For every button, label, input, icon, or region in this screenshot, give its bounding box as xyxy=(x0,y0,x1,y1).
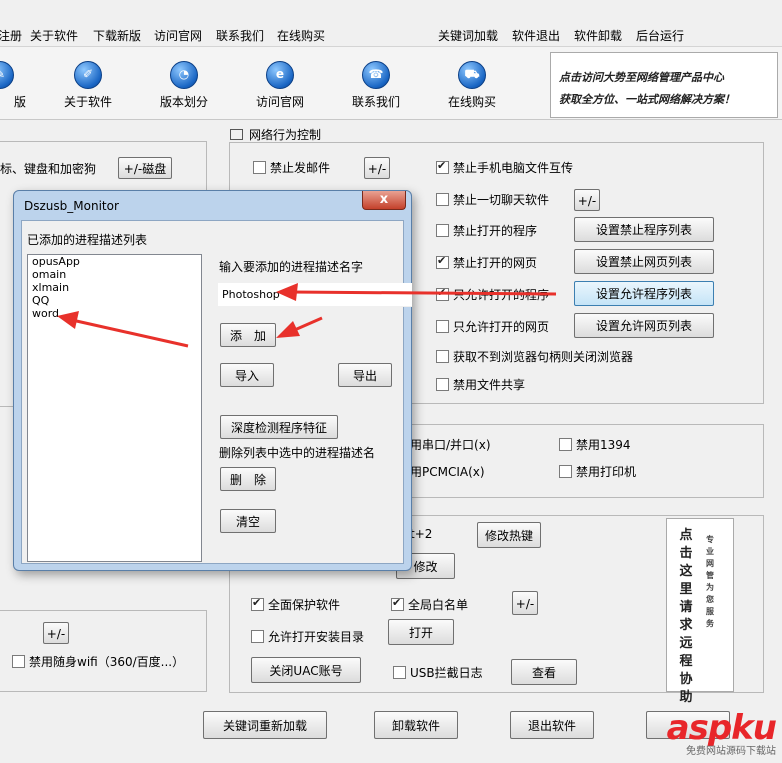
uninstall-button[interactable]: 卸载软件 xyxy=(374,711,458,739)
network-icon xyxy=(230,129,243,140)
phone-icon: ☎ xyxy=(362,61,390,89)
toolbar-buy-button[interactable]: ⛟ 在线购买 xyxy=(432,47,512,110)
disable-printer-checkbox[interactable]: 禁用打印机 xyxy=(559,463,636,480)
menu-item-about[interactable]: 关于软件 xyxy=(30,27,78,44)
input-label: 输入要添加的进程描述名字 xyxy=(219,260,364,274)
menu-item-register[interactable]: 注册 xyxy=(0,27,22,44)
block-programs-checkbox[interactable]: 禁止打开的程序 xyxy=(436,222,537,239)
whitelist-plus-minus-button[interactable]: +/- xyxy=(512,591,538,615)
usb-log-checkbox[interactable]: USB拦截日志 xyxy=(393,664,483,681)
menu-item-contact[interactable]: 联系我们 xyxy=(216,27,264,44)
global-whitelist-checkbox[interactable]: 全局白名单 xyxy=(391,596,468,613)
pcmcia-label[interactable]: 用PCMCIA(x) xyxy=(410,463,485,480)
close-icon[interactable]: x xyxy=(362,191,406,210)
list-item[interactable]: QQ xyxy=(28,294,201,307)
remote-assist-sub: 专业网管为您服务 xyxy=(706,534,714,628)
block-file-transfer-checkbox[interactable]: 禁止手机电脑文件互传 xyxy=(436,159,573,176)
remote-assist-text: 点击这里请求远程协助 xyxy=(679,528,693,705)
allow-install-dir-checkbox[interactable]: 允许打开安装目录 xyxy=(251,628,364,645)
edit-icon: ✐ xyxy=(74,61,102,89)
menu-item-exit[interactable]: 软件退出 xyxy=(512,27,560,44)
toolbar-register-button[interactable]: ✎ 版 xyxy=(0,47,40,110)
monitor-dialog: Dszusb_Monitor x 已添加的进程描述列表 opusApp omai… xyxy=(13,190,412,571)
export-button[interactable]: 导出 xyxy=(338,363,392,387)
allow-programs-checkbox[interactable]: 只允许打开的程序 xyxy=(436,286,549,303)
toolbar-website-button[interactable]: e 访问官网 xyxy=(240,47,320,110)
import-button[interactable]: 导入 xyxy=(220,363,274,387)
list-item[interactable]: opusApp xyxy=(28,255,201,268)
process-list[interactable]: opusApp omain xlmain QQ word xyxy=(27,254,202,562)
view-log-button[interactable]: 查看 xyxy=(511,659,577,685)
dialog-client-area: 已添加的进程描述列表 opusApp omain xlmain QQ word … xyxy=(21,220,412,564)
left-panel-text: 标、键盘和加密狗 xyxy=(0,162,97,176)
email-plus-minus-button[interactable]: +/- xyxy=(364,157,390,179)
process-name-input[interactable]: Photoshop xyxy=(218,283,412,307)
menu-item-keyword-load[interactable]: 关键词加载 xyxy=(438,27,498,44)
menu-item-download[interactable]: 下载新版 xyxy=(93,27,141,44)
toolbar-version-button[interactable]: ◔ 版本划分 xyxy=(144,47,224,110)
modify-hotkey-button[interactable]: 修改热键 xyxy=(477,522,541,548)
set-block-programs-button[interactable]: 设置禁止程序列表 xyxy=(574,217,714,242)
block-webpages-checkbox[interactable]: 禁止打开的网页 xyxy=(436,254,537,271)
close-uac-button[interactable]: 关闭UAC账号 xyxy=(251,657,361,683)
set-allow-programs-button[interactable]: 设置允许程序列表 xyxy=(574,281,714,306)
process-list-label: 已添加的进程描述列表 xyxy=(27,233,148,247)
close-browser-checkbox[interactable]: 获取不到浏览器句柄则关闭浏览器 xyxy=(436,348,633,365)
browser-icon: e xyxy=(266,61,294,89)
set-allow-webpages-button[interactable]: 设置允许网页列表 xyxy=(574,313,714,338)
site-watermark: aspku 免费网站源码下载站 xyxy=(667,708,777,757)
disable-share-checkbox[interactable]: 禁用文件共享 xyxy=(436,376,525,393)
menu-bar: 注册 关于软件 下载新版 访问官网 联系我们 在线购买 关键词加载 软件退出 软… xyxy=(0,24,782,47)
hotkey-text: t+2 xyxy=(410,527,433,541)
reload-keywords-button[interactable]: 关键词重新加载 xyxy=(203,711,327,739)
open-dir-button[interactable]: 打开 xyxy=(388,619,454,645)
menu-item-buy[interactable]: 在线购买 xyxy=(277,27,325,44)
delete-button[interactable]: 删 除 xyxy=(220,467,276,491)
set-block-webpages-button[interactable]: 设置禁止网页列表 xyxy=(574,249,714,274)
menu-item-website[interactable]: 访问官网 xyxy=(154,27,202,44)
menu-item-uninstall[interactable]: 软件卸载 xyxy=(574,27,622,44)
menu-item-background[interactable]: 后台运行 xyxy=(636,27,684,44)
cart-icon: ⛟ xyxy=(458,61,486,89)
allow-webpages-checkbox[interactable]: 只允许打开的网页 xyxy=(436,318,549,335)
toolbar-contact-button[interactable]: ☎ 联系我们 xyxy=(336,47,416,110)
left-bottom-group-box xyxy=(0,610,207,692)
full-protect-checkbox[interactable]: 全面保护软件 xyxy=(251,596,340,613)
disable-1394-checkbox[interactable]: 禁用1394 xyxy=(559,436,631,453)
block-email-checkbox[interactable]: 禁止发邮件 xyxy=(253,159,330,176)
toolbar-about-button[interactable]: ✐ 关于软件 xyxy=(48,47,128,110)
disable-wifi-checkbox[interactable]: 禁用随身wifi（360/百度...） xyxy=(12,653,184,670)
chat-plus-minus-button[interactable]: +/- xyxy=(574,189,600,211)
disk-plus-minus-button[interactable]: +/-磁盘 xyxy=(118,157,172,179)
add-button[interactable]: 添 加 xyxy=(220,323,276,347)
list-item[interactable]: word xyxy=(28,307,201,320)
network-section-title: 网络行为控制 xyxy=(230,126,321,143)
deep-check-button[interactable]: 深度检测程序特征 xyxy=(220,415,338,439)
delete-label: 删除列表中选中的进程描述名 xyxy=(219,446,376,460)
serial-port-label[interactable]: 用串口/并口(x) xyxy=(410,436,491,453)
pie-chart-icon: ◔ xyxy=(170,61,198,89)
remote-assist-ad[interactable]: 点击这里请求远程协助 专业网管为您服务 xyxy=(666,518,734,705)
list-item[interactable]: omain xyxy=(28,268,201,281)
dialog-title: Dszusb_Monitor xyxy=(24,199,119,213)
banner-ad[interactable]: 点击访问大势至网络管理产品中心 获取全方位、一站式网络解决方案！ xyxy=(550,52,778,118)
wifi-plus-minus-button[interactable]: +/- xyxy=(43,622,69,644)
list-item[interactable]: xlmain xyxy=(28,281,201,294)
register-icon: ✎ xyxy=(0,61,14,89)
exit-button[interactable]: 退出软件 xyxy=(510,711,594,739)
block-chat-checkbox[interactable]: 禁止一切聊天软件 xyxy=(436,191,549,208)
clear-button[interactable]: 清空 xyxy=(220,509,276,533)
